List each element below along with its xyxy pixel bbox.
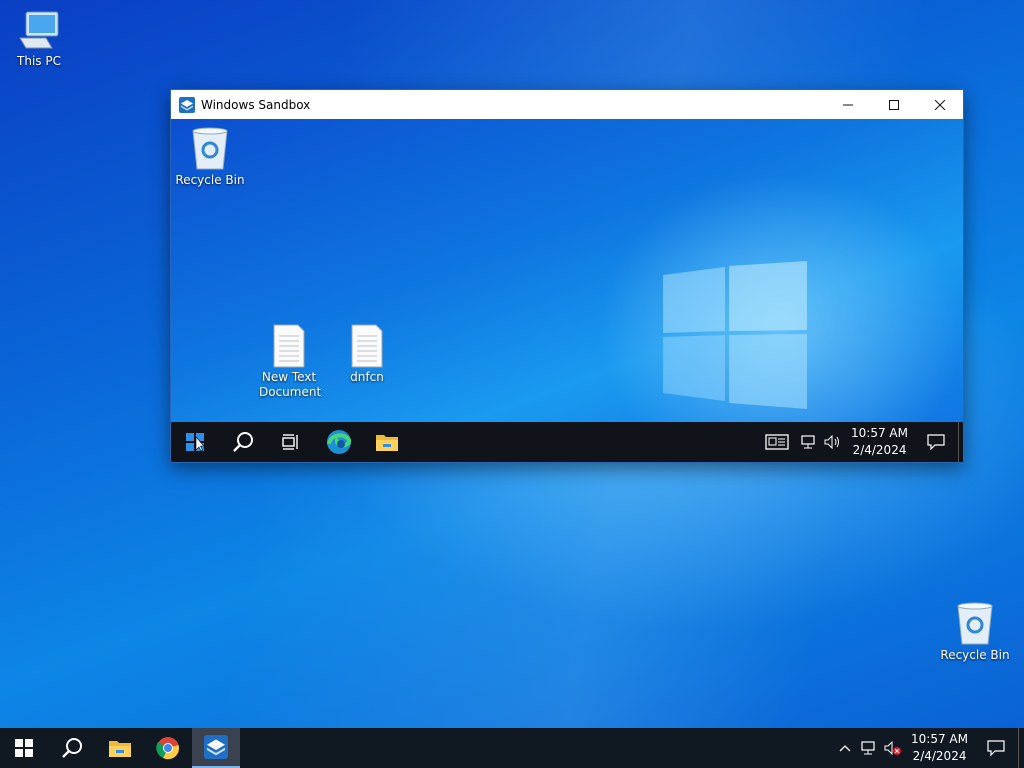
- windows-sandbox-icon: [179, 96, 195, 113]
- start-icon: [186, 433, 204, 451]
- show-desktop-button[interactable]: [958, 422, 963, 462]
- text-file-icon: [351, 324, 383, 368]
- network-icon: [861, 741, 875, 755]
- clock-time: 10:57 AM: [911, 732, 968, 746]
- chrome-button[interactable]: [144, 728, 192, 768]
- sandbox-clock[interactable]: 10:57 AM 2/4/2024: [845, 425, 914, 459]
- text-file-icon: [273, 324, 305, 368]
- notification-icon: [987, 740, 1005, 756]
- notification-button[interactable]: [974, 728, 1018, 768]
- show-hidden-icons-button[interactable]: [833, 728, 857, 768]
- sandbox-notification-button[interactable]: [914, 422, 958, 462]
- clock[interactable]: 10:57 AM 2/4/2024: [905, 731, 974, 765]
- desktop-icon-recycle-bin[interactable]: Recycle Bin: [935, 602, 1015, 663]
- volume-icon: [824, 435, 840, 449]
- sandbox-network-button[interactable]: [797, 422, 821, 462]
- desktop-icon-label: Recycle Bin: [175, 173, 245, 187]
- windows-sandbox-taskbar-button[interactable]: [192, 728, 240, 768]
- network-icon: [801, 435, 815, 449]
- close-icon: [935, 99, 945, 110]
- chevron-up-icon: [839, 745, 851, 752]
- file-explorer-icon: [109, 741, 131, 757]
- search-button[interactable]: [48, 728, 96, 768]
- show-desktop-button[interactable]: [1018, 728, 1024, 768]
- close-button[interactable]: [917, 90, 963, 119]
- sandbox-task-view-button[interactable]: [267, 422, 315, 462]
- volume-button[interactable]: [881, 728, 905, 768]
- windows-sandbox-window[interactable]: Windows Sandbox Recycle Bin New Text Doc…: [170, 89, 964, 463]
- windows-logo-wallpaper: [663, 261, 807, 409]
- clock-date: 2/4/2024: [912, 749, 967, 763]
- network-button[interactable]: [857, 728, 881, 768]
- sandbox-icon-dnfcn[interactable]: dnfcn: [327, 324, 407, 385]
- sandbox-edge-button[interactable]: [315, 422, 363, 462]
- maximize-icon: [889, 99, 899, 110]
- windows-sandbox-icon: [204, 735, 228, 759]
- sandbox-volume-button[interactable]: [821, 422, 845, 462]
- sandbox-taskbar: 10:57 AM 2/4/2024: [171, 422, 963, 462]
- desktop-icon-label: This PC: [17, 54, 61, 68]
- chrome-icon: [156, 737, 179, 760]
- desktop-icon-label: New Text Document: [259, 370, 322, 399]
- taskbar: 10:57 AM 2/4/2024: [0, 728, 1024, 768]
- sandbox-file-explorer-button[interactable]: [363, 422, 411, 462]
- sandbox-start-button[interactable]: [171, 422, 219, 462]
- sandbox-icon-new-text-document[interactable]: New Text Document: [249, 324, 329, 400]
- news-icon: [765, 434, 789, 450]
- desktop-icon-label: Recycle Bin: [940, 648, 1010, 662]
- sandbox-icon-recycle-bin[interactable]: Recycle Bin: [171, 127, 250, 188]
- sandbox-clock-date: 2/4/2024: [852, 443, 907, 457]
- search-icon: [233, 432, 253, 452]
- sandbox-search-button[interactable]: [219, 422, 267, 462]
- this-pc-icon: [19, 11, 59, 49]
- desktop-icon-label: dnfcn: [350, 370, 384, 384]
- title-bar[interactable]: Windows Sandbox: [171, 90, 963, 119]
- file-explorer-icon: [376, 435, 398, 451]
- sandbox-news-button[interactable]: [757, 422, 797, 462]
- recycle-bin-icon: [957, 602, 993, 645]
- minimize-icon: [843, 104, 853, 105]
- sandbox-desktop[interactable]: Recycle Bin New Text Document dnfcn 10:5…: [171, 119, 963, 462]
- maximize-button[interactable]: [871, 90, 917, 119]
- file-explorer-button[interactable]: [96, 728, 144, 768]
- start-icon: [15, 739, 33, 757]
- edge-icon: [327, 430, 352, 454]
- desktop-icon-this-pc[interactable]: This PC: [0, 8, 79, 69]
- window-title: Windows Sandbox: [201, 97, 311, 112]
- task-view-icon: [282, 434, 298, 450]
- sandbox-clock-time: 10:57 AM: [851, 426, 908, 440]
- minimize-button[interactable]: [825, 90, 871, 119]
- volume-muted-icon: [884, 741, 902, 755]
- start-button[interactable]: [0, 728, 48, 768]
- notification-icon: [927, 434, 945, 450]
- recycle-bin-icon: [192, 127, 228, 170]
- search-icon: [62, 738, 82, 758]
